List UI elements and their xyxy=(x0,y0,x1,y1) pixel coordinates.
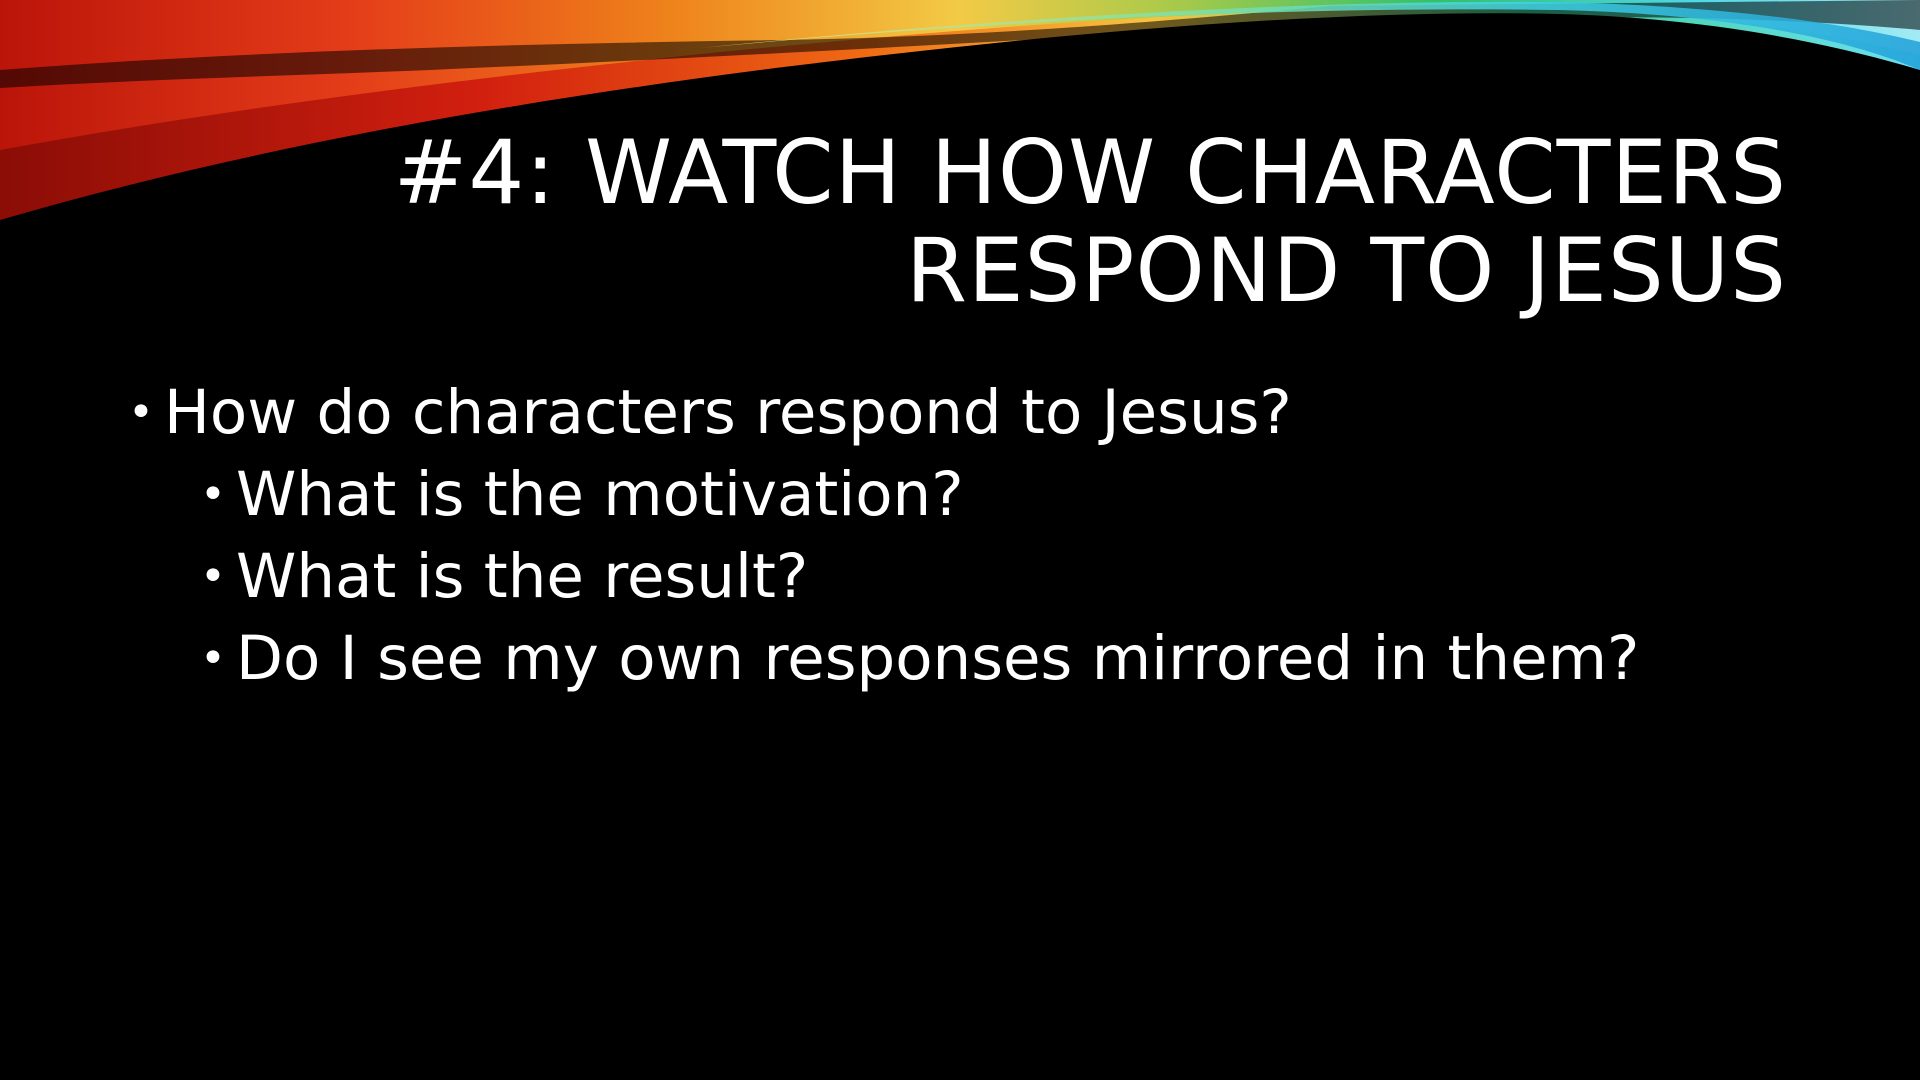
sub-bullet-item: • What is the result? xyxy=(200,536,1828,618)
sub-bullet-item: • Do I see my own responses mirrored in t… xyxy=(200,618,1828,700)
bullet-dot-icon: • xyxy=(200,469,226,520)
bullet-text: What is the result? xyxy=(236,541,809,612)
bullet-item: • How do characters respond to Jesus? xyxy=(128,372,1828,454)
slide: #4: Watch how characters respond to Jesu… xyxy=(0,0,1920,1080)
bullet-text: How do characters respond to Jesus? xyxy=(164,377,1292,448)
bullet-list: • How do characters respond to Jesus? • Wh… xyxy=(128,372,1828,700)
bullet-text: What is the motivation? xyxy=(236,459,964,530)
bullet-text: Do I see my own responses mirrored in th… xyxy=(236,623,1640,694)
bullet-dot-icon: • xyxy=(200,551,226,602)
slide-title: #4: Watch how characters respond to Jesu… xyxy=(287,124,1787,320)
slide-title-line-2: respond to Jesus xyxy=(905,219,1787,322)
slide-title-line-1: #4: Watch how characters xyxy=(393,121,1787,224)
sub-bullet-item: • What is the motivation? xyxy=(200,454,1828,536)
bullet-dot-icon: • xyxy=(200,633,226,684)
bullet-dot-icon: • xyxy=(128,387,154,438)
